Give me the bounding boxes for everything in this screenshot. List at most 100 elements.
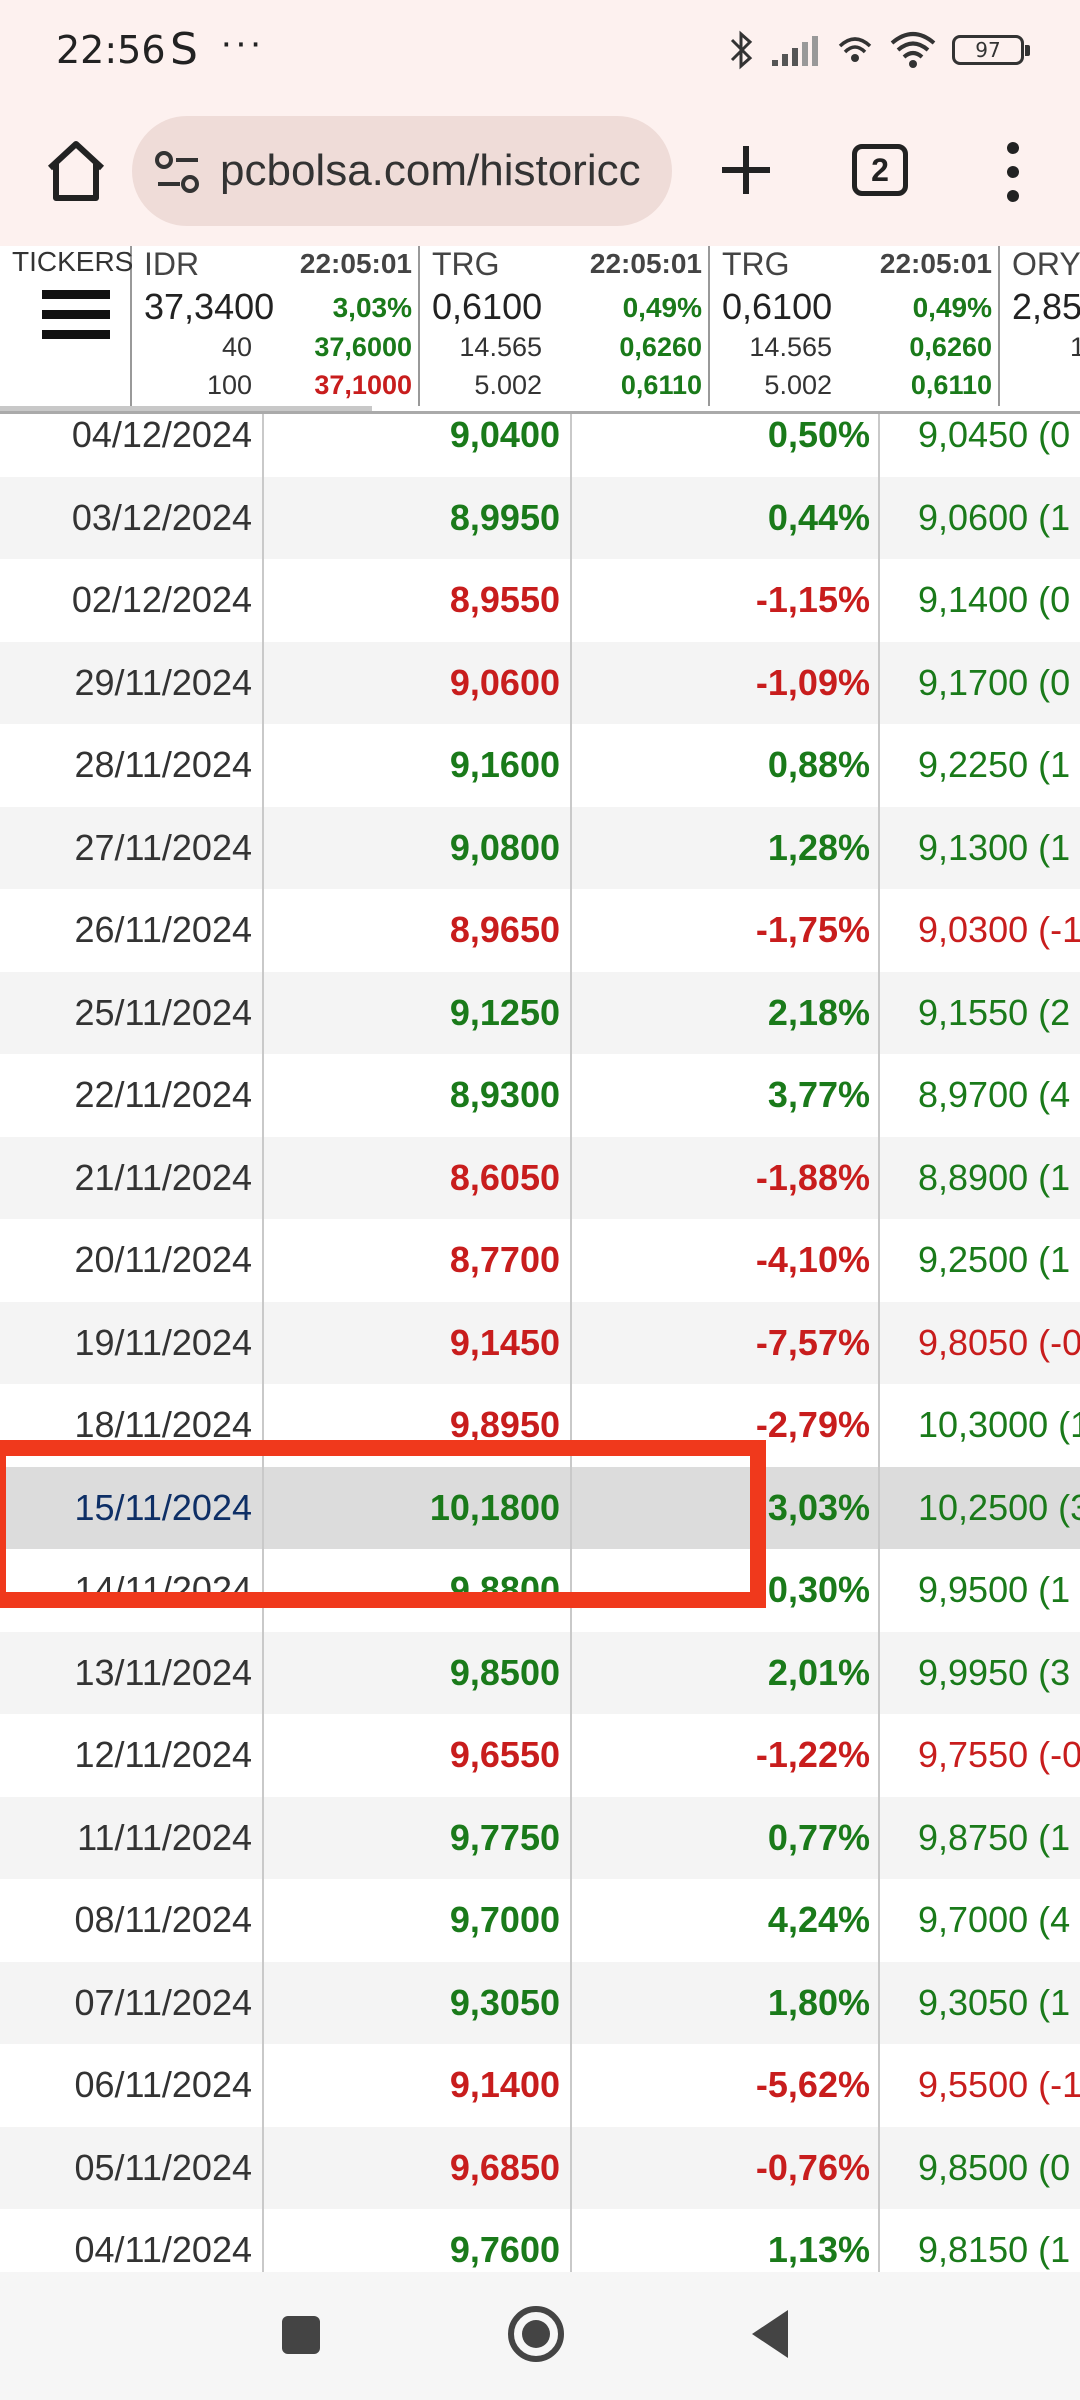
battery-icon: 97 [952,35,1030,65]
ticker-item[interactable]: TRG 22:05:01 0,6100 0,49% 14.565 0,6260 … [712,246,1000,406]
table-row[interactable]: 20/11/2024 8,7700 -4,10% 9,2500 (1 [0,1219,1080,1302]
row-date: 04/12/2024 [71,414,252,455]
row-date: 28/11/2024 [74,744,252,785]
row-change-pct: -1,22% [755,1734,870,1775]
new-tab-icon[interactable] [706,130,786,210]
row-previous: 9,7000 (4 [918,1899,1071,1940]
table-row[interactable]: 08/11/2024 9,7000 4,24% 9,7000 (4 [0,1879,1080,1962]
navigation-bar [0,2272,1080,2400]
site-settings-icon[interactable] [150,144,206,200]
table-row[interactable]: 13/11/2024 9,8500 2,01% 9,9950 (3 [0,1631,1080,1714]
row-date: 11/11/2024 [77,1816,252,1858]
ticker-ask: 0,6110 [620,370,702,400]
table-row[interactable]: 11/11/2024 9,7750 0,77% 9,8750 (1 [0,1796,1080,1879]
ticker-price: 0,6100 [432,286,543,327]
ticker-item[interactable]: TRG 22:05:01 0,6100 0,49% 14.565 0,6260 … [422,246,710,406]
row-previous: 10,3000 (1 [918,1404,1080,1445]
table-row[interactable]: 07/11/2024 9,3050 1,80% 9,3050 (1 [0,1961,1080,2044]
row-previous: 9,9500 (1 [918,1569,1071,1610]
table-row[interactable]: 27/11/2024 9,0800 1,28% 9,1300 (1 [0,806,1080,889]
row-date: 04/11/2024 [74,2229,252,2270]
nav-recent-icon[interactable] [282,2316,320,2354]
row-change-pct: -1,09% [755,661,870,703]
hamburger-icon[interactable] [42,290,110,340]
row-change-pct: 1,28% [767,826,870,868]
row-previous: 9,8750 (1 [918,1816,1071,1858]
row-close: 8,6050 [449,1156,560,1198]
ticker-strip[interactable]: TICKERS IDR 22:05:01 37,3400 3,03% 40 37… [0,246,1080,414]
nav-back-icon[interactable] [752,2310,788,2358]
row-change-pct: 2,01% [767,1651,870,1693]
table-row[interactable]: 21/11/2024 8,6050 -1,88% 8,8900 (1 [0,1136,1080,1219]
ticker-ask-qty: 5.002 [764,370,832,400]
row-date: 13/11/2024 [74,1651,252,1693]
row-close: 9,1400 [449,2064,560,2105]
row-date: 02/12/2024 [71,579,252,620]
table-row[interactable]: 12/11/2024 9,6550 -1,22% 9,7550 (-0 [0,1714,1080,1797]
row-date: 29/11/2024 [74,661,252,703]
column-divider [878,414,880,2272]
table-row[interactable]: 05/11/2024 9,6850 -0,76% 9,8500 (0 [0,2126,1080,2209]
row-previous: 9,0300 (-1 [918,909,1080,950]
ticker-time: 22:05:01 [589,248,702,279]
row-close: 8,9650 [449,909,560,950]
row-previous: 9,9950 (3 [918,1651,1071,1693]
table-row[interactable]: 25/11/2024 9,1250 2,18% 9,1550 (2 [0,971,1080,1054]
more-notifications-icon: ··· [220,22,264,64]
row-previous: 9,2250 (1 [918,744,1071,785]
ticker-time: 22:05:01 [879,248,992,279]
row-date: 19/11/2024 [74,1321,252,1363]
row-close: 9,0400 [449,414,560,455]
table-row[interactable]: 02/12/2024 8,9550 -1,15% 9,1400 (0 [0,559,1080,642]
table-row[interactable]: 04/12/2024 9,0400 0,50% 9,0450 (0 [0,414,1080,477]
status-icons: 97 [728,26,1030,74]
wifi-icon [890,32,936,68]
table-row[interactable]: 28/11/2024 9,1600 0,88% 9,2250 (1 [0,724,1080,807]
hotspot-icon [838,37,872,62]
tickers-menu-button[interactable]: TICKERS [0,246,133,406]
row-close: 9,7000 [449,1899,560,1940]
row-date: 21/11/2024 [74,1156,252,1198]
nav-home-icon[interactable] [508,2306,564,2362]
ticker-bid-qty: 40 [221,332,252,362]
ticker-bid: 0,6260 [619,332,702,362]
ticker-bid: 0,6260 [909,332,992,362]
ticker-item[interactable]: ORY 2,85 18. 7. [1002,246,1080,406]
table-row[interactable]: 04/11/2024 9,7600 1,13% 9,8150 (1 [0,2209,1080,2272]
row-previous: 9,8050 (-0 [918,1321,1080,1363]
row-date: 20/11/2024 [74,1239,252,1280]
row-close: 9,3050 [449,1981,560,2023]
row-previous: 9,8500 (0 [918,2146,1071,2188]
table-row[interactable]: 26/11/2024 8,9650 -1,75% 9,0300 (-1 [0,889,1080,972]
row-date: 26/11/2024 [74,909,252,950]
ticker-change: 0,49% [912,292,992,323]
row-change-pct: 2,18% [767,991,870,1033]
table-row[interactable]: 22/11/2024 8,9300 3,77% 8,9700 (4 [0,1054,1080,1137]
row-close: 9,0800 [449,826,560,868]
table-row[interactable]: 06/11/2024 9,1400 -5,62% 9,5500 (-1 [0,2044,1080,2127]
ticker-bid-qty: 14.565 [749,332,832,362]
bluetooth-icon [730,30,753,70]
row-close: 9,7600 [449,2229,560,2270]
table-row[interactable]: 03/12/2024 8,9950 0,44% 9,0600 (1 [0,476,1080,559]
row-change-pct: -1,75% [755,909,870,950]
menu-icon[interactable] [988,132,1038,212]
tabs-icon[interactable]: 2 [852,144,908,196]
ticker-scrollbar[interactable] [0,406,372,411]
row-date: 08/11/2024 [74,1899,252,1940]
table-row[interactable]: 29/11/2024 9,0600 -1,09% 9,1700 (0 [0,641,1080,724]
row-change-pct: 4,24% [767,1899,870,1940]
home-icon[interactable] [36,132,116,212]
row-change-pct: 0,88% [767,744,870,785]
row-close: 8,9300 [449,1074,560,1115]
ticker-bid: 37,6000 [314,332,412,362]
row-close: 9,1250 [449,991,560,1033]
row-close: 9,8500 [449,1651,560,1693]
ticker-item[interactable]: IDR 22:05:01 37,3400 3,03% 40 37,6000 10… [134,246,420,406]
row-previous: 9,8150 (1 [918,2229,1071,2270]
table-row[interactable]: 19/11/2024 9,1450 -7,57% 9,8050 (-0 [0,1301,1080,1384]
ticker-change: 3,03% [332,292,412,323]
address-bar[interactable]: pcbolsa.com/historicc [132,116,672,226]
ticker-symbol: IDR [144,246,200,282]
history-table: 04/12/2024 9,0400 0,50% 9,0450 (0 03/12/2024… [0,414,1080,2272]
